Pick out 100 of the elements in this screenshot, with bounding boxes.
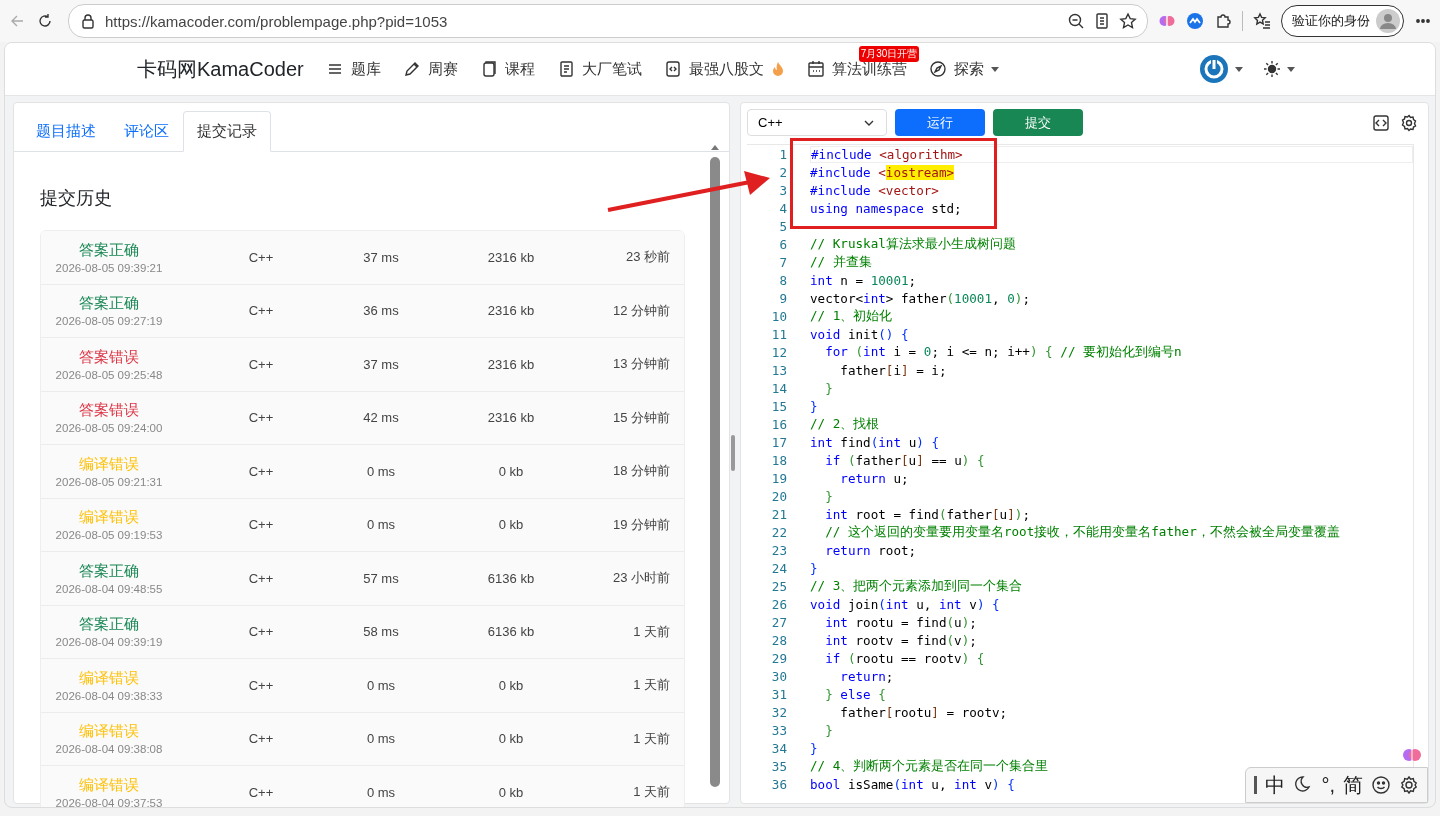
submit-time: 2026-08-05 09:19:53 <box>55 529 163 542</box>
line-number: 8 <box>778 272 787 288</box>
table-cell-text: C++ <box>247 677 275 693</box>
line-number: 17 <box>770 434 787 450</box>
line-number: 4 <box>778 200 787 216</box>
result-label[interactable]: 答案正确 <box>79 240 139 260</box>
table-cell-text: 23 秒前 <box>624 248 671 267</box>
pencil-icon[interactable] <box>402 60 421 78</box>
address-bar[interactable]: https://kamacoder.com/problempage.php?pid=1053 <box>68 4 1148 38</box>
line-number: 33 <box>770 722 787 738</box>
ime-mode[interactable]: 中 <box>1265 771 1286 799</box>
line-number: 2 <box>778 164 787 180</box>
nav-link[interactable]: 最强八股文 <box>663 59 785 79</box>
code-icon[interactable] <box>1372 113 1390 132</box>
submit-button[interactable]: 提交 <box>993 109 1083 136</box>
result-label[interactable]: 答案错误 <box>79 401 139 421</box>
code-line: } <box>824 488 833 504</box>
nav-link[interactable]: 周赛 <box>402 59 458 79</box>
nav-link[interactable]: 题库 <box>325 59 381 79</box>
line-number: 16 <box>770 416 787 432</box>
code-line: bool isSame(int u, int v) { <box>810 776 1015 792</box>
table-cell-text: 2316 kb <box>486 410 536 426</box>
table-cell-text: 0 kb <box>497 784 525 800</box>
favorites-icon[interactable] <box>1253 12 1271 30</box>
line-number: 5 <box>778 218 787 234</box>
settings-icon[interactable] <box>1399 775 1419 795</box>
result-label[interactable]: 答案正确 <box>79 561 139 581</box>
table-cell-text: 58 ms <box>362 624 400 640</box>
profile-button[interactable]: 验证你的身份 <box>1281 5 1404 37</box>
sun-icon[interactable] <box>1263 60 1281 78</box>
run-button[interactable]: 运行 <box>895 109 985 136</box>
table-cell-text: 37 ms <box>362 249 400 265</box>
table-cell-text: 15 分钟前 <box>611 408 671 427</box>
table-cell-text: 0 ms <box>365 517 397 533</box>
result-label[interactable]: 答案正确 <box>79 615 139 635</box>
star-icon[interactable] <box>1119 12 1137 30</box>
code-file-icon[interactable] <box>663 60 682 78</box>
power-icon[interactable] <box>1199 54 1229 84</box>
line-number: 26 <box>770 596 787 612</box>
ime-punctuation[interactable]: °, <box>1321 773 1335 797</box>
line-number: 30 <box>770 668 787 684</box>
table-cell-text: 1 天前 <box>632 676 671 695</box>
line-number: 27 <box>770 614 787 630</box>
reload-icon[interactable] <box>36 12 54 30</box>
code-line: if (rootu == rootv) { <box>824 650 985 666</box>
site-logo[interactable]: 卡码网KamaCoder <box>137 55 304 83</box>
code-line: father[i] = i; <box>839 362 947 378</box>
code-line: } <box>824 380 833 396</box>
tab[interactable]: 题目描述 <box>22 111 110 152</box>
submit-time: 2026-08-04 09:38:33 <box>55 689 163 702</box>
calendar-icon[interactable] <box>806 60 825 78</box>
code-line: #include <vector> <box>810 182 939 198</box>
code-line: int find(int u) { <box>810 434 939 450</box>
line-number: 22 <box>770 524 787 540</box>
language-select[interactable]: C++ <box>747 109 887 136</box>
compass-icon[interactable] <box>928 60 947 78</box>
lock-icon <box>79 12 97 30</box>
table-cell-text: 0 kb <box>497 517 525 533</box>
table-cell-text: C++ <box>247 410 275 426</box>
line-number: 6 <box>778 236 787 252</box>
code-line: // 1、初始化 <box>810 307 893 325</box>
tab[interactable]: 提交记录 <box>183 111 271 152</box>
code-line: void join(int u, int v) { <box>810 596 1000 612</box>
table-cell-text: 0 ms <box>365 463 397 479</box>
caret-icon <box>1287 66 1295 72</box>
nav-link[interactable]: 大厂笔试 <box>556 59 642 79</box>
table-cell-text: 19 分钟前 <box>611 515 671 534</box>
table-cell-text: 18 分钟前 <box>611 462 671 481</box>
line-number: 14 <box>770 380 787 396</box>
line-number: 11 <box>770 326 787 342</box>
submit-time: 2026-08-05 09:24:00 <box>55 422 163 435</box>
line-number: 21 <box>770 506 787 522</box>
caret-icon <box>990 66 999 72</box>
result-label[interactable]: 答案错误 <box>79 347 139 367</box>
table-cell-text: 12 分钟前 <box>611 301 671 320</box>
table-cell-text: 1 天前 <box>632 783 671 802</box>
badge: 7月30日开营 <box>858 45 920 62</box>
smiley-icon[interactable] <box>1371 775 1391 795</box>
reader-icon[interactable] <box>1093 12 1111 30</box>
puzzle-icon[interactable] <box>1214 12 1232 30</box>
submit-time: 2026-08-04 09:38:08 <box>55 743 163 756</box>
result-label[interactable]: 答案正确 <box>79 294 139 314</box>
code-line: return root; <box>824 542 917 558</box>
wave-badge-icon[interactable] <box>1186 12 1204 30</box>
zoom-out-icon[interactable] <box>1067 12 1085 30</box>
table-cell-text: 6136 kb <box>486 570 536 586</box>
table-cell-text: 6136 kb <box>486 624 536 640</box>
ime-script[interactable]: 简 <box>1343 771 1363 799</box>
nav-link[interactable]: 探索 <box>928 59 999 79</box>
code-line: return; <box>839 668 894 684</box>
line-number: 31 <box>770 686 787 702</box>
tab[interactable]: 评论区 <box>110 111 183 152</box>
nav-link[interactable]: 课程 <box>479 59 535 79</box>
code-line: return u; <box>839 470 909 486</box>
nav-link[interactable]: 算法训练营 <box>806 59 907 79</box>
line-number: 23 <box>770 542 787 558</box>
resize-handle[interactable] <box>731 435 735 471</box>
code-line: int rootv = find(v); <box>824 632 977 648</box>
settings-icon[interactable] <box>1400 113 1418 132</box>
table-cell-text: 1 天前 <box>632 622 671 641</box>
